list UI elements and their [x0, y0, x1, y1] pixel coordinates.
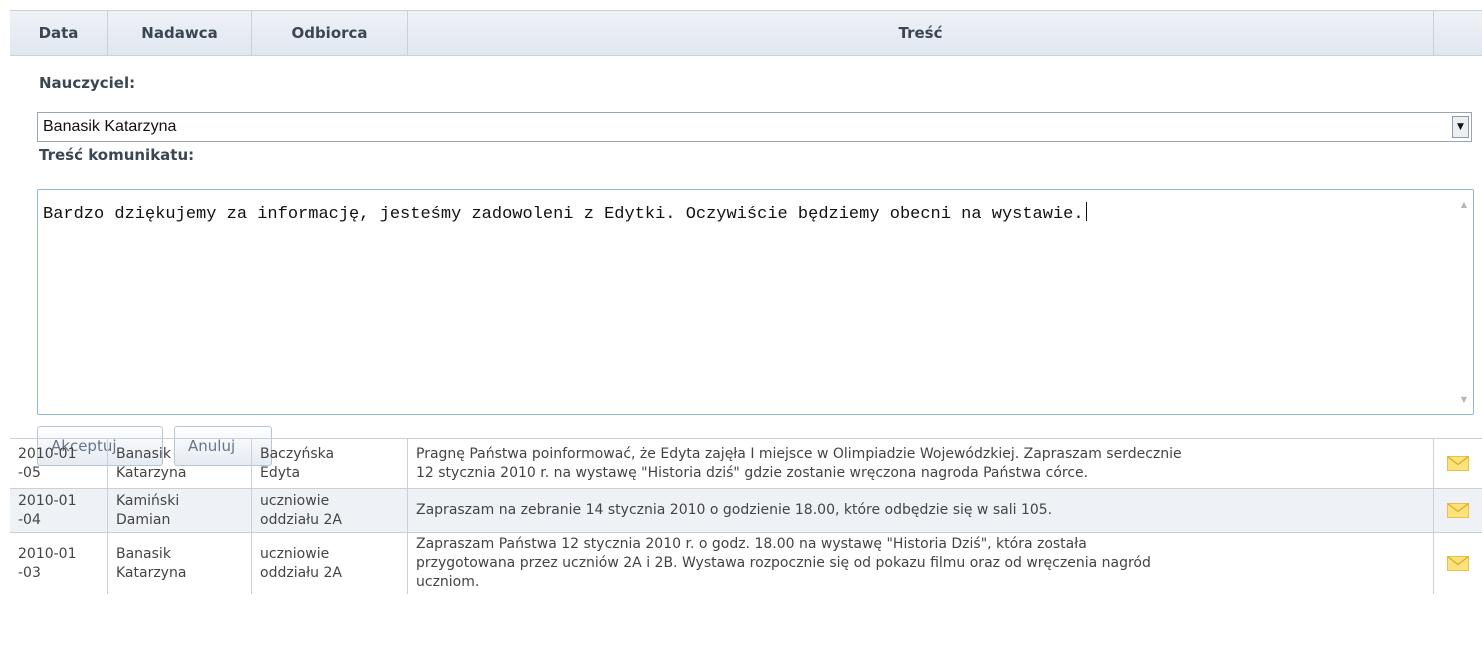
column-header-content[interactable]: Treść — [408, 11, 1434, 55]
sender-cell: Banasik Katarzyna — [108, 533, 252, 594]
content-cell: Pragnę Państwa poinformować, że Edyta za… — [408, 439, 1434, 488]
column-header-sender[interactable]: Nadawca — [108, 11, 252, 55]
date-cell: 2010-01 -03 — [10, 533, 108, 594]
sender-cell: Kamiński Damian — [108, 489, 252, 532]
scroll-up-icon[interactable]: ▲ — [1461, 200, 1467, 209]
column-header-date[interactable]: Data — [10, 11, 108, 55]
column-header-recipient[interactable]: Odbiorca — [252, 11, 408, 55]
envelope-icon[interactable] — [1434, 439, 1482, 488]
messages-panel: Data Nadawca Odbiorca Treść Nauczyciel: … — [10, 10, 1482, 666]
envelope-icon[interactable] — [1434, 489, 1482, 532]
recipient-cell: uczniowie oddziału 2A — [252, 489, 408, 532]
date-cell: 2010-01 -05 — [10, 439, 108, 488]
sender-cell: Banasik Katarzyna — [108, 439, 252, 488]
column-header-actions — [1434, 11, 1482, 55]
message-text: Bardzo dziękujemy za informację, jesteśm… — [43, 205, 1084, 224]
table-row[interactable]: 2010-01 -03 Banasik Katarzyna uczniowie odd… — [10, 532, 1482, 594]
content-cell: Zapraszam Państwa 12 stycznia 2010 r. o … — [408, 533, 1434, 594]
table-row[interactable]: 2010-01 -05 Banasik Katarzyna Baczyńska Edy… — [10, 438, 1482, 488]
message-label: Treść komunikatu: — [39, 146, 195, 164]
teacher-selected-value: Banasik Katarzyna — [43, 118, 177, 135]
compose-form: Nauczyciel: Banasik Katarzyna ▼ Treść ko… — [10, 56, 1482, 466]
envelope-icon[interactable] — [1434, 533, 1482, 594]
text-caret — [1085, 202, 1087, 221]
recipient-cell: Baczyńska Edyta — [252, 439, 408, 488]
teacher-select[interactable]: Banasik Katarzyna ▼ — [37, 112, 1472, 142]
table-row[interactable]: 2010-01 -04 Kamiński Damian uczniowie oddzi… — [10, 488, 1482, 532]
message-textarea[interactable]: Bardzo dziękujemy za informację, jesteśm… — [37, 189, 1474, 415]
teacher-label: Nauczyciel: — [39, 74, 136, 92]
date-cell: 2010-01 -04 — [10, 489, 108, 532]
content-cell: Zapraszam na zebranie 14 stycznia 2010 o… — [408, 489, 1434, 532]
table-header: Data Nadawca Odbiorca Treść — [10, 10, 1482, 56]
chevron-down-icon[interactable]: ▼ — [1452, 116, 1469, 138]
scroll-down-icon[interactable]: ▼ — [1461, 395, 1467, 404]
recipient-cell: uczniowie oddziału 2A — [252, 533, 408, 594]
